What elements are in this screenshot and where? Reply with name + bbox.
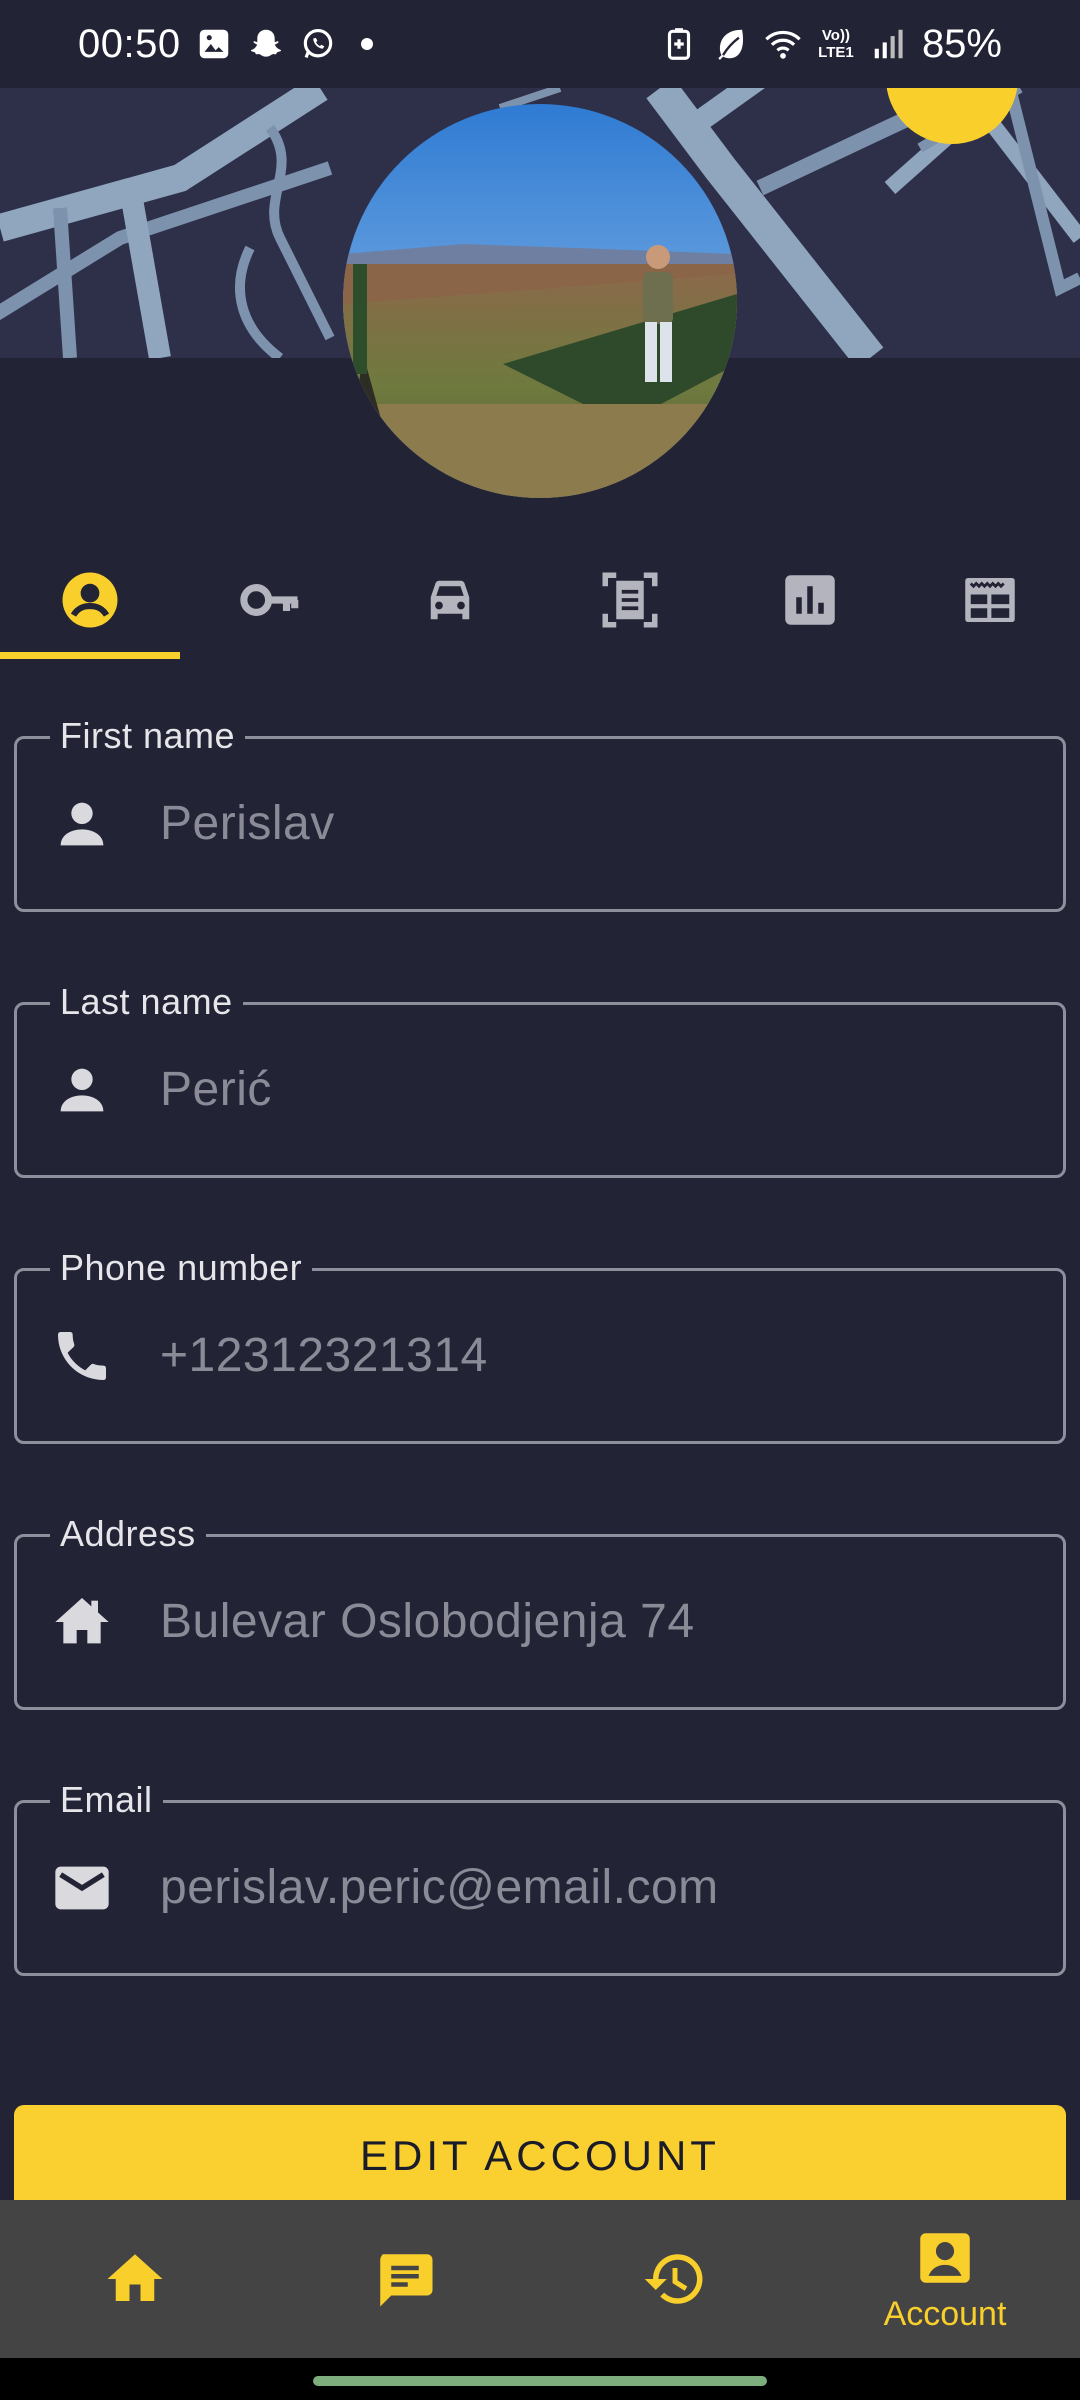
wifi-icon	[764, 25, 802, 63]
tab-statistics[interactable]	[720, 540, 900, 660]
dot-icon	[360, 38, 373, 50]
signal-icon	[870, 25, 908, 63]
account-screen: 00:50 Vo)) LTE1 85% First name Perislav …	[0, 0, 1080, 2400]
first-name-field[interactable]: First name Perislav	[14, 714, 1066, 912]
snapchat-icon	[247, 25, 285, 63]
bar-chart-icon	[785, 575, 835, 625]
account-circle-icon	[62, 572, 118, 628]
battery-saver-icon	[660, 25, 698, 63]
email-label: Email	[50, 1778, 163, 1822]
status-bar: 00:50 Vo)) LTE1 85%	[0, 0, 1080, 88]
document-scan-icon	[602, 572, 658, 628]
address-label: Address	[50, 1512, 206, 1556]
address-input[interactable]: Bulevar Oslobodjenja 74	[160, 1590, 695, 1654]
status-bar-left: 00:50	[78, 22, 373, 67]
key-icon	[240, 584, 299, 616]
last-name-input[interactable]: Perić	[160, 1058, 272, 1122]
leaf-icon	[712, 25, 750, 63]
tab-selected-indicator	[0, 652, 180, 659]
whatsapp-icon	[299, 25, 337, 63]
nav-history[interactable]	[540, 2200, 810, 2358]
person-icon	[50, 792, 114, 856]
system-gesture-area	[0, 2358, 1080, 2400]
person-icon	[50, 1058, 114, 1122]
chat-icon	[380, 2254, 433, 2307]
phone-icon	[50, 1324, 114, 1388]
edit-account-button[interactable]: EDIT ACCOUNT	[14, 2105, 1066, 2207]
account-tabs	[0, 540, 1080, 660]
first-name-label: First name	[50, 714, 246, 758]
first-name-input[interactable]: Perislav	[160, 792, 335, 856]
nav-account[interactable]: Account	[810, 2200, 1080, 2358]
status-time: 00:50	[78, 21, 181, 66]
tab-profile[interactable]	[0, 540, 180, 660]
tab-vehicle[interactable]	[360, 540, 540, 660]
status-bar-right: Vo)) LTE1 85%	[660, 22, 1002, 67]
history-icon	[644, 2254, 703, 2304]
phone-number-input[interactable]: +12312321314	[160, 1324, 488, 1388]
tab-password[interactable]	[180, 540, 360, 660]
profile-photo[interactable]	[343, 104, 737, 498]
last-name-field[interactable]: Last name Perić	[14, 980, 1066, 1178]
phone-number-label: Phone number	[50, 1246, 313, 1290]
last-name-label: Last name	[50, 980, 243, 1024]
home-icon	[107, 2254, 163, 2301]
mail-icon	[50, 1856, 114, 1920]
lte-icon: Vo)) LTE1	[818, 27, 854, 61]
bottom-navigation: Account	[0, 2200, 1080, 2358]
gallery-icon	[195, 25, 233, 63]
tab-documents[interactable]	[540, 540, 720, 660]
battery-percent: 85%	[921, 21, 1002, 66]
calendar-table-icon	[965, 578, 1015, 622]
email-input[interactable]: perislav.peric@email.com	[160, 1856, 719, 1920]
nav-home[interactable]	[0, 2200, 270, 2358]
phone-number-field[interactable]: Phone number +12312321314	[14, 1246, 1066, 1444]
account-box-icon	[920, 2232, 970, 2283]
nav-account-label: Account	[883, 2294, 1007, 2333]
nav-messages[interactable]	[270, 2200, 540, 2358]
address-field[interactable]: Address Bulevar Oslobodjenja 74	[14, 1512, 1066, 1710]
home-icon	[50, 1590, 114, 1654]
tab-schedule[interactable]	[900, 540, 1080, 660]
email-field[interactable]: Email perislav.peric@email.com	[14, 1778, 1066, 1976]
car-icon	[430, 580, 470, 620]
gesture-handle[interactable]	[313, 2376, 767, 2386]
